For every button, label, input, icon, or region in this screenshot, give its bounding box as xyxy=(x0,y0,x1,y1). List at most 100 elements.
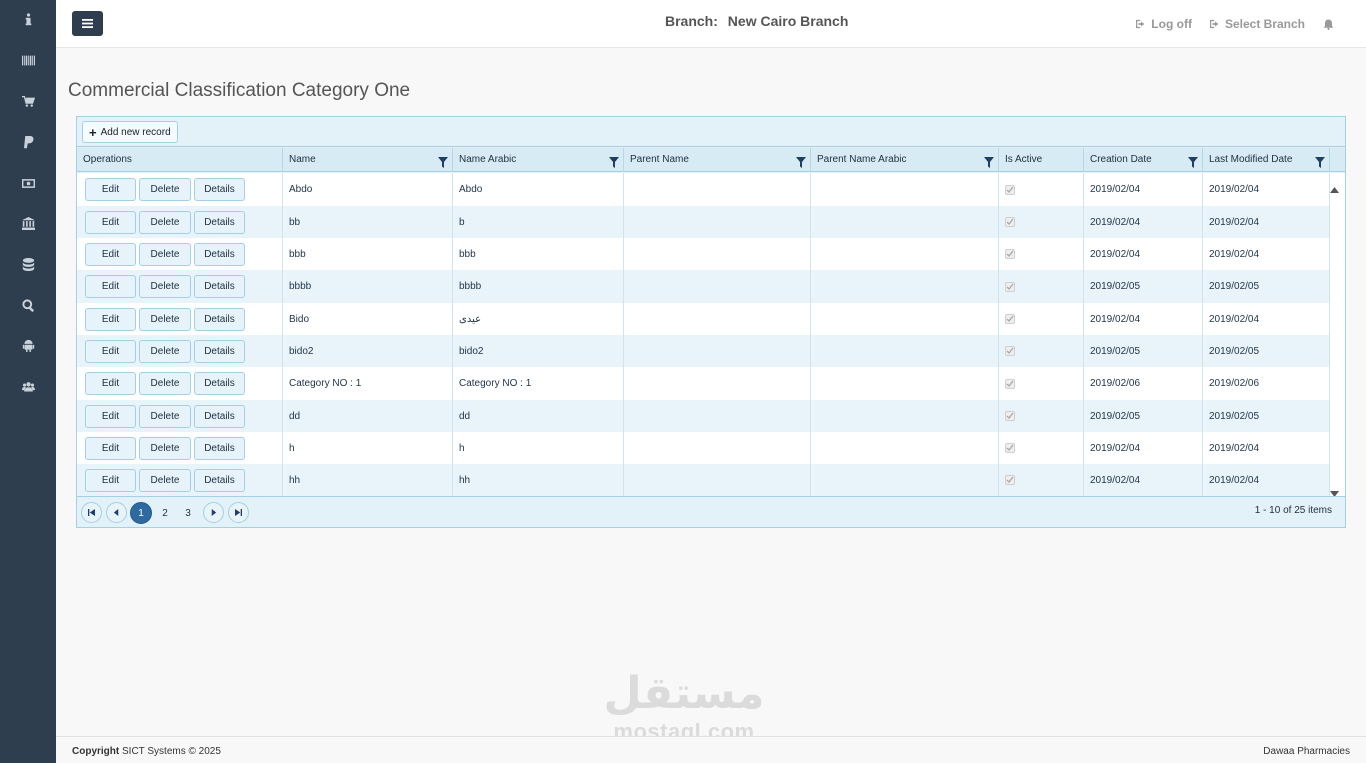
table-row[interactable]: Edit Delete Details Abdo Abdo 2019/02/04 2019/… xyxy=(77,173,1330,206)
scroll-up-arrow[interactable] xyxy=(1330,180,1339,193)
filter-icon[interactable] xyxy=(1188,154,1198,168)
last-page-button[interactable] xyxy=(228,502,249,523)
table-row[interactable]: Edit Delete Details bbbb bbbb 2019/02/05 2019/… xyxy=(77,270,1330,303)
scroll-down-arrow[interactable] xyxy=(1330,484,1339,496)
search-icon[interactable] xyxy=(0,294,56,316)
table-row[interactable]: Edit Delete Details bb b 2019/02/04 2019/02/04 xyxy=(77,206,1330,238)
paypal-icon[interactable] xyxy=(0,131,56,153)
delete-button[interactable]: Delete xyxy=(139,339,191,363)
delete-button[interactable]: Delete xyxy=(139,242,191,266)
details-button[interactable]: Details xyxy=(194,372,245,395)
edit-button[interactable]: Edit xyxy=(85,210,136,234)
name-cell: dd xyxy=(283,400,453,432)
delete-button[interactable]: Delete xyxy=(139,372,191,395)
details-button[interactable]: Details xyxy=(194,307,245,331)
prev-page-button[interactable] xyxy=(106,502,127,523)
delete-button[interactable]: Delete xyxy=(139,404,191,428)
is-active-cell xyxy=(999,432,1084,464)
details-button[interactable]: Details xyxy=(194,339,245,363)
details-button[interactable]: Details xyxy=(194,436,245,460)
column-header-name[interactable]: Name xyxy=(283,148,453,172)
notifications-button[interactable] xyxy=(1323,18,1334,30)
edit-button[interactable]: Edit xyxy=(85,275,136,298)
parent-ar-cell xyxy=(811,238,999,270)
first-page-button[interactable] xyxy=(81,502,102,523)
created-cell: 2019/02/04 xyxy=(1084,206,1203,238)
select-branch-link[interactable]: Select Branch xyxy=(1209,17,1305,31)
table-row[interactable]: Edit Delete Details hh hh 2019/02/04 2019/02/0… xyxy=(77,464,1330,496)
edit-button[interactable]: Edit xyxy=(85,178,136,201)
filter-icon[interactable] xyxy=(1315,154,1325,168)
details-button[interactable]: Details xyxy=(194,275,245,298)
details-button[interactable]: Details xyxy=(194,468,245,492)
details-button[interactable]: Details xyxy=(194,404,245,428)
is-active-cell xyxy=(999,238,1084,270)
operations-cell: Edit Delete Details xyxy=(77,238,283,270)
delete-button[interactable]: Delete xyxy=(139,210,191,234)
page-number-3[interactable]: 3 xyxy=(177,502,199,524)
info-icon[interactable] xyxy=(0,8,56,30)
edit-button[interactable]: Edit xyxy=(85,339,136,363)
modified-cell: 2019/02/05 xyxy=(1203,335,1330,367)
delete-button[interactable]: Delete xyxy=(139,307,191,331)
is-active-checkbox xyxy=(1005,281,1015,292)
column-header-name-arabic[interactable]: Name Arabic xyxy=(453,148,624,172)
bank-icon[interactable] xyxy=(0,212,56,234)
parent-cell xyxy=(624,270,811,303)
filter-icon[interactable] xyxy=(796,154,806,168)
delete-button[interactable]: Delete xyxy=(139,275,191,298)
filter-icon[interactable] xyxy=(438,154,448,168)
column-header-operations[interactable]: Operations xyxy=(77,148,283,172)
edit-button[interactable]: Edit xyxy=(85,468,136,492)
barcode-icon[interactable] xyxy=(0,49,56,71)
table-row[interactable]: Edit Delete Details dd dd 2019/02/05 2019/02/0… xyxy=(77,400,1330,432)
details-button[interactable]: Details xyxy=(194,210,245,234)
column-header-last-modified-date[interactable]: Last Modified Date xyxy=(1203,148,1330,172)
column-header-parent-name[interactable]: Parent Name xyxy=(624,148,811,172)
edit-button[interactable]: Edit xyxy=(85,307,136,331)
column-header-parent-name-arabic[interactable]: Parent Name Arabic xyxy=(811,148,999,172)
column-header-creation-date[interactable]: Creation Date xyxy=(1084,148,1203,172)
edit-button[interactable]: Edit xyxy=(85,404,136,428)
modified-cell: 2019/02/04 xyxy=(1203,464,1330,496)
page-number-2[interactable]: 2 xyxy=(154,502,176,524)
next-page-button[interactable] xyxy=(203,502,224,523)
operations-cell: Edit Delete Details xyxy=(77,335,283,367)
plus-icon: + xyxy=(89,124,97,140)
delete-button[interactable]: Delete xyxy=(139,468,191,492)
edit-button[interactable]: Edit xyxy=(85,436,136,460)
filter-icon[interactable] xyxy=(984,154,994,168)
users-icon[interactable] xyxy=(0,375,56,397)
parent-cell xyxy=(624,432,811,464)
page-number-1[interactable]: 1 xyxy=(130,502,152,524)
edit-button[interactable]: Edit xyxy=(85,242,136,266)
cart-icon[interactable] xyxy=(0,90,56,112)
table-row[interactable]: Edit Delete Details h h 2019/02/04 2019/02/04 xyxy=(77,432,1330,464)
details-button[interactable]: Details xyxy=(194,242,245,266)
table-row[interactable]: Edit Delete Details bbb bbb 2019/02/04 2019/02… xyxy=(77,238,1330,270)
filter-icon[interactable] xyxy=(609,154,619,168)
table-row[interactable]: Edit Delete Details Bido عيدى 2019/02/04 2019/… xyxy=(77,303,1330,335)
add-record-button[interactable]: + Add new record xyxy=(82,121,178,143)
parent-ar-cell xyxy=(811,367,999,400)
logoff-link[interactable]: Log off xyxy=(1136,17,1192,31)
table-row[interactable]: Edit Delete Details bido2 bido2 2019/02/05 201… xyxy=(77,335,1330,367)
first-page-icon xyxy=(88,509,95,516)
android-icon[interactable] xyxy=(0,334,56,356)
table-row[interactable]: Edit Delete Details Category NO : 1 Category… xyxy=(77,367,1330,400)
money-icon[interactable] xyxy=(0,172,56,194)
details-button[interactable]: Details xyxy=(194,178,245,201)
database-icon[interactable] xyxy=(0,253,56,275)
is-active-cell xyxy=(999,367,1084,400)
operations-cell: Edit Delete Details xyxy=(77,464,283,496)
column-header-is-active[interactable]: Is Active xyxy=(999,148,1084,172)
edit-button[interactable]: Edit xyxy=(85,372,136,395)
is-active-cell xyxy=(999,206,1084,238)
hamburger-icon xyxy=(82,19,93,28)
page-title: Commercial Classification Category One xyxy=(68,80,411,101)
delete-button[interactable]: Delete xyxy=(139,178,191,201)
delete-button[interactable]: Delete xyxy=(139,436,191,460)
footer-company: Dawaa Pharmacies xyxy=(1263,746,1350,757)
parent-cell xyxy=(624,400,811,432)
menu-toggle-button[interactable] xyxy=(72,11,103,36)
